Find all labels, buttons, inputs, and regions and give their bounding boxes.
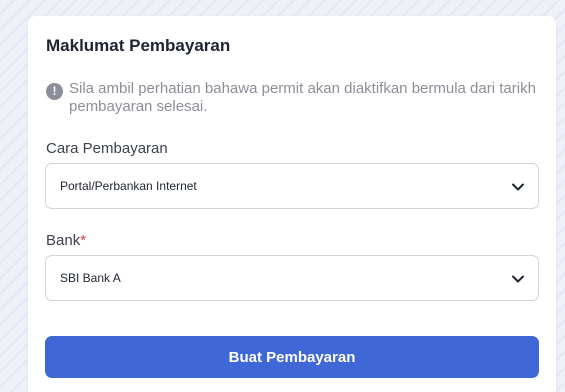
chevron-down-icon [512,183,524,191]
bank-label-text: Bank [46,232,81,249]
section-title: Maklumat Pembayaran [46,36,231,55]
make-payment-button[interactable]: Buat Pembayaran [45,336,539,378]
notice-text: Sila ambil perhatian bahawa permit akan … [69,80,536,115]
bank-value: SBI Bank A [60,271,121,285]
required-marker: * [80,232,87,249]
info-icon: ! [46,83,63,100]
payment-method-select[interactable]: Portal/Perbankan Internet [45,163,539,209]
bank-label: Bank* [46,232,86,249]
payment-method-label: Cara Pembayaran [46,140,168,157]
chevron-down-icon [512,275,524,283]
payment-notice: ! Sila ambil perhatian bahawa permit aka… [46,80,546,116]
payment-method-value: Portal/Perbankan Internet [60,179,197,193]
payment-method-label-text: Cara Pembayaran [46,140,168,157]
bank-select[interactable]: SBI Bank A [45,255,539,301]
payment-info-card: Maklumat Pembayaran ! Sila ambil perhati… [28,16,556,392]
